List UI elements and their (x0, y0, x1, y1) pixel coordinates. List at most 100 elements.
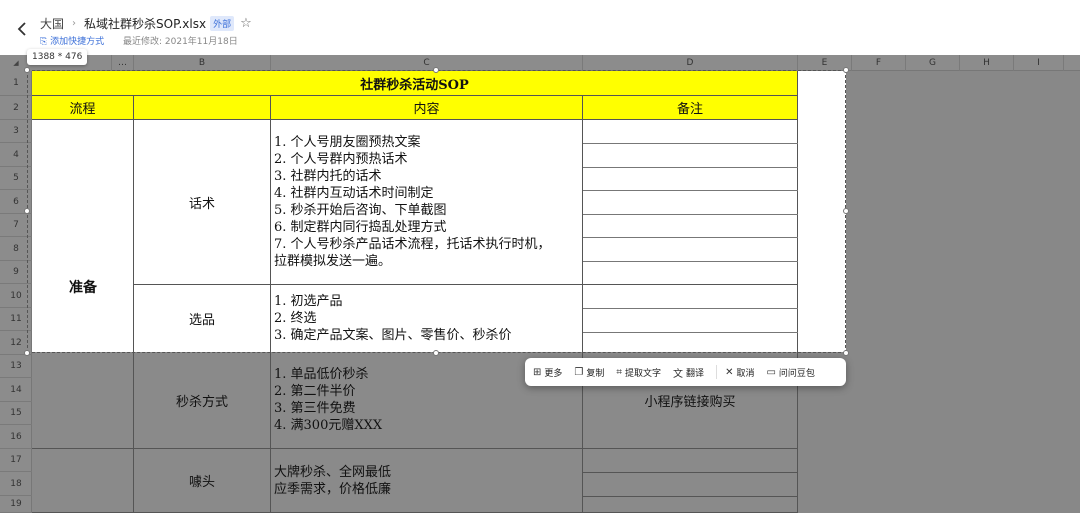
selection-content-cell[interactable]: 1. 初选产品 2. 终选 3. 确定产品文案、图片、零售价、秒杀价 (271, 285, 583, 352)
note-row-line (583, 190, 798, 191)
row-header[interactable]: 19 (0, 496, 32, 513)
row-header[interactable]: 3 (0, 120, 32, 143)
row-header-bar: 1 2 3 4 5 6 7 8 9 10 11 12 13 14 15 16 1… (0, 71, 32, 513)
selection-size-label: 1388 * 476 (27, 49, 88, 65)
scan-text-icon: ⌗ (616, 366, 623, 378)
translate-button[interactable]: 文 翻译 (673, 365, 704, 380)
chat-icon: ▭ (766, 366, 776, 378)
selection-note-cell[interactable] (583, 285, 798, 352)
script-label-cell[interactable]: 话术 (134, 120, 271, 285)
row-header[interactable]: 4 (0, 143, 32, 167)
script-item: 2. 个人号群内预热话术 (274, 152, 408, 167)
breadcrumb: 大国 › 私域社群秒杀SOP.xlsx 外部 ☆ (40, 15, 252, 32)
external-badge: 外部 (210, 16, 235, 31)
row-header[interactable]: 10 (0, 284, 32, 308)
capture-toolbar: ⊞ 更多 ❐ 复制 ⌗ 提取文字 文 翻译 ✕ 取消 ▭ 问问豆包 (525, 358, 846, 386)
add-shortcut-link[interactable]: ⎘ 添加快捷方式 (40, 34, 104, 47)
row-header[interactable]: 11 (0, 308, 32, 331)
row-header[interactable]: 14 (0, 378, 32, 402)
column-header[interactable]: C (271, 55, 583, 71)
shortcut-icon: ⎘ (40, 37, 48, 47)
note-row-line (583, 167, 798, 168)
more-button[interactable]: ⊞ 更多 (533, 366, 562, 379)
header-note[interactable]: 备注 (583, 96, 798, 120)
method-item: 3. 第三件免费 (274, 401, 356, 416)
grid-icon: ⊞ (533, 366, 542, 378)
row-header[interactable]: 15 (0, 402, 32, 425)
toolbar-divider (716, 365, 718, 379)
selection-item: 2. 终选 (274, 311, 317, 326)
script-item: 4. 社群内互动话术时间制定 (274, 186, 434, 201)
stage-cell-lit[interactable] (32, 120, 134, 352)
script-item: 1. 个人号朋友圈预热文案 (274, 135, 421, 150)
column-header[interactable]: G (906, 55, 960, 71)
row-header[interactable]: 18 (0, 472, 32, 496)
row-header[interactable]: 16 (0, 425, 32, 449)
stage-cell-dim[interactable] (32, 352, 134, 449)
note-row-line (583, 237, 798, 238)
chevron-left-icon (17, 22, 26, 36)
header-content[interactable]: 内容 (271, 96, 583, 120)
file-name: 私域社群秒杀SOP.xlsx (84, 17, 207, 31)
row-header[interactable]: 17 (0, 449, 32, 472)
row-header[interactable]: 5 (0, 167, 32, 190)
column-header[interactable]: F (852, 55, 906, 71)
breadcrumb-root[interactable]: 大国 (40, 15, 64, 32)
column-header-bar: A … B C D E F G H I (0, 55, 1080, 71)
header-process[interactable]: 流程 (32, 96, 134, 120)
column-header[interactable]: B (134, 55, 271, 71)
close-icon: ✕ (725, 366, 734, 378)
note-row-line (583, 261, 798, 262)
breadcrumb-separator: › (72, 18, 77, 29)
note-row-line (583, 332, 798, 333)
gimmick-label-cell[interactable]: 噱头 (134, 449, 271, 513)
sheet-title[interactable]: 社群秒杀活动SOP (32, 71, 798, 96)
gimmick-content-cell[interactable]: 大牌秒杀、全网最低 应季需求，价格低廉 (271, 449, 583, 513)
header-blank[interactable] (134, 96, 271, 120)
column-header[interactable]: H (960, 55, 1014, 71)
method-item: 4. 满300元赠XXX (274, 418, 383, 433)
column-header[interactable]: E (798, 55, 852, 71)
row-header[interactable]: 12 (0, 331, 32, 355)
method-label-cell[interactable]: 秒杀方式 (134, 352, 271, 449)
cancel-button[interactable]: ✕ 取消 (725, 366, 754, 379)
column-e-cells[interactable] (798, 71, 846, 352)
copy-button[interactable]: ❐ 复制 (574, 366, 604, 379)
spreadsheet-grid[interactable]: A … B C D E F G H I ◢ 1 2 3 4 5 6 7 8 9 … (0, 55, 1080, 513)
top-bar: 大国 › 私域社群秒杀SOP.xlsx 外部 ☆ ⎘ 添加快捷方式 最近修改: … (0, 0, 1080, 55)
selection-label-cell[interactable]: 选品 (134, 285, 271, 352)
modified-time: 最近修改: 2021年11月18日 (123, 37, 238, 47)
row-header[interactable]: 6 (0, 190, 32, 214)
row-header[interactable]: 8 (0, 237, 32, 261)
row-header[interactable]: 2 (0, 96, 32, 120)
gimmick-note-cell[interactable] (583, 449, 798, 513)
stage-prep: 准备 (69, 280, 97, 296)
translate-icon: 文 (673, 368, 684, 380)
selection-item: 1. 初选产品 (274, 294, 343, 309)
script-item: 6. 制定群内同行捣乱处理方式 (274, 220, 447, 235)
column-header[interactable]: D (583, 55, 798, 71)
method-item: 1. 单品低价秒杀 (274, 367, 369, 382)
extract-text-button[interactable]: ⌗ 提取文字 (616, 366, 661, 379)
copy-icon: ❐ (574, 366, 584, 378)
selection-item: 3. 确定产品文案、图片、零售价、秒杀价 (274, 328, 512, 343)
row-header[interactable]: 1 (0, 71, 32, 96)
row-header[interactable]: 9 (0, 261, 32, 284)
stage-cell-dim[interactable] (32, 449, 134, 513)
ask-doubao-button[interactable]: ▭ 问问豆包 (766, 366, 814, 379)
back-button[interactable] (14, 20, 32, 38)
script-item: 拉群模拟发送一遍。 (274, 254, 392, 269)
script-content-cell[interactable]: 1. 个人号朋友圈预热文案 2. 个人号群内预热话术 3. 社群内托的话术 4.… (271, 120, 583, 285)
column-header[interactable]: … (112, 55, 134, 71)
note-row-line (583, 472, 798, 473)
method-item: 2. 第二件半价 (274, 384, 356, 399)
column-header[interactable]: I (1014, 55, 1064, 71)
row-header[interactable]: 13 (0, 355, 32, 378)
script-item: 5. 秒杀开始后咨询、下单截图 (274, 203, 447, 218)
script-item: 7. 个人号秒杀产品话术流程，托话术执行时机， (274, 237, 551, 252)
script-item: 3. 社群内托的话术 (274, 169, 382, 184)
star-icon[interactable]: ☆ (240, 16, 252, 31)
row-header[interactable]: 7 (0, 214, 32, 237)
note-row-line (583, 143, 798, 144)
note-row-line (583, 308, 798, 309)
